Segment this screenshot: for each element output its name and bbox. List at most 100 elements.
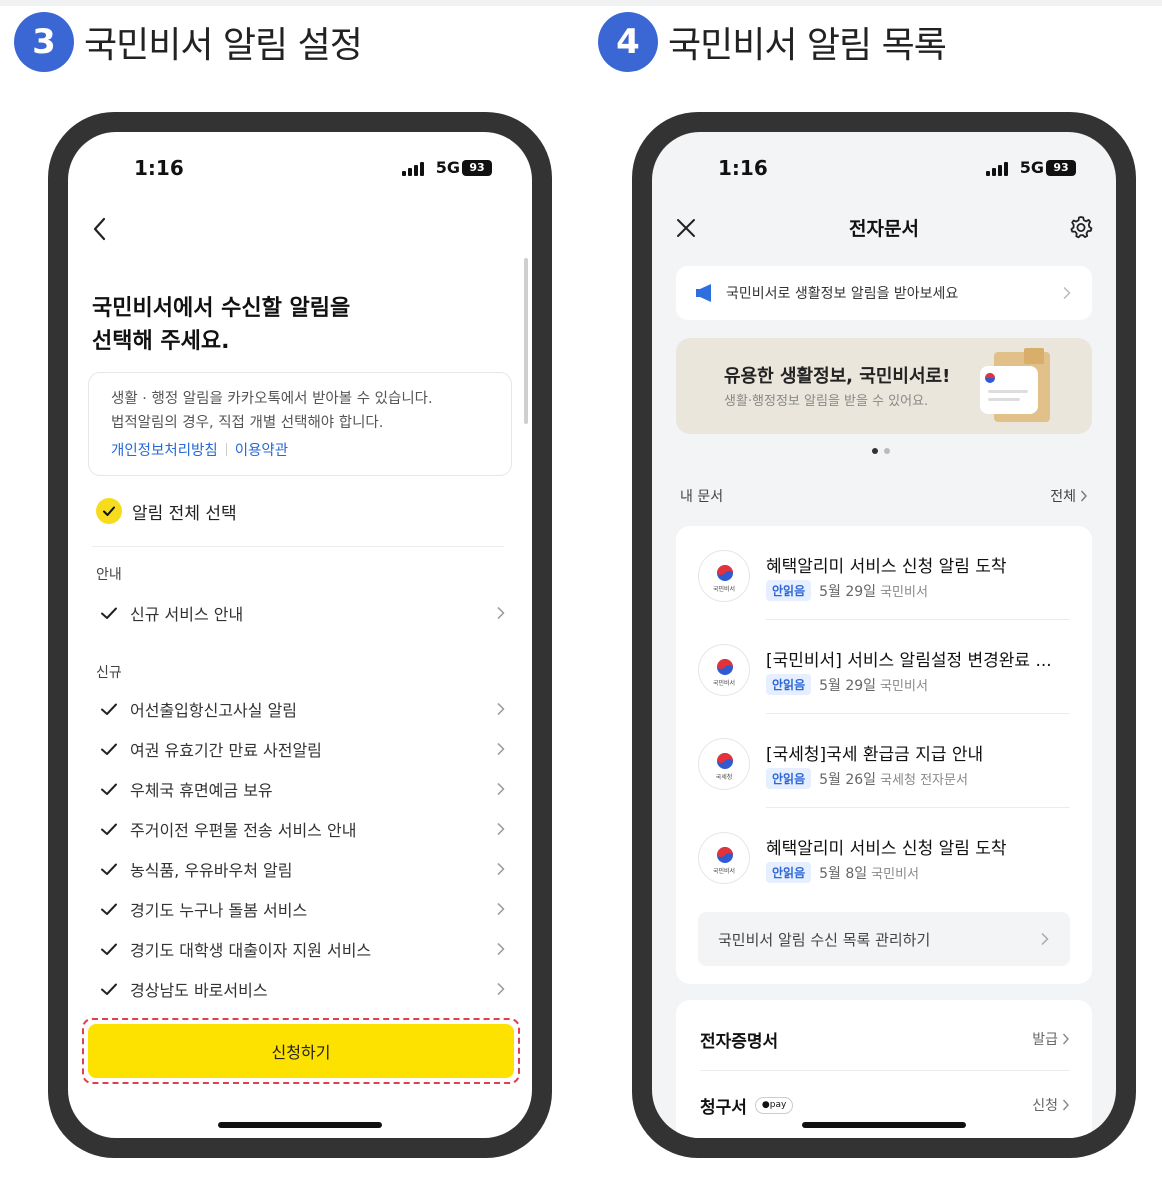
carousel-dots[interactable] bbox=[872, 448, 890, 454]
manage-label: 국민비서 알림 수신 목록 관리하기 bbox=[718, 930, 931, 949]
document-meta: 안읽음 5월 29일 국민비서 bbox=[766, 674, 928, 695]
top-divider bbox=[0, 0, 1162, 6]
list-item[interactable]: 경기도 대학생 대출이자 지원 서비스 bbox=[100, 934, 506, 964]
document-sender: 국세청 전자문서 bbox=[880, 773, 968, 788]
check-circle-icon bbox=[96, 498, 122, 524]
document-meta: 안읽음 5월 29일 국민비서 bbox=[766, 580, 928, 601]
document-title: 혜택알리미 서비스 신청 알림 도착 bbox=[766, 557, 1007, 577]
link-divider bbox=[225, 443, 227, 456]
document-meta: 안읽음 5월 8일 국민비서 bbox=[766, 862, 919, 883]
documents-card: 국민비서 혜택알리미 서비스 신청 알림 도착 안읽음 5월 29일 국민비서 … bbox=[676, 526, 1092, 984]
manage-notifications-button[interactable]: 국민비서 알림 수신 목록 관리하기 bbox=[698, 912, 1070, 966]
banner-subtitle: 생활·행정정보 알림을 받을 수 있어요. bbox=[724, 394, 929, 409]
item-label: 어선출입항신고사실 알림 bbox=[130, 701, 298, 720]
status-bar: 1:16 5G 93 bbox=[68, 154, 532, 184]
phone-frame-settings: 1:16 5G 93 국민비서에서 수신할 알림을 선택해 주세요. 생활 · … bbox=[48, 112, 552, 1158]
step-number: 3 bbox=[14, 12, 74, 72]
view-all-link[interactable]: 전체 bbox=[1050, 486, 1088, 506]
list-item[interactable]: 주거이전 우편물 전송 서비스 안내 bbox=[100, 814, 506, 844]
heading-line: 선택해 주세요. bbox=[92, 329, 230, 354]
gear-icon[interactable] bbox=[1068, 214, 1094, 240]
nav-bar: 전자문서 bbox=[652, 206, 1116, 256]
certificates-card: 전자증명서 발급 청구서 ●pay 신청 bbox=[676, 1000, 1092, 1138]
policy-links: 개인정보처리방침 이용약관 bbox=[111, 439, 511, 460]
megaphone-icon bbox=[696, 284, 711, 302]
status-time: 1:16 bbox=[134, 156, 184, 180]
back-icon[interactable] bbox=[86, 214, 116, 244]
list-item[interactable]: 여권 유효기간 만료 사전알림 bbox=[100, 734, 506, 764]
document-date: 5월 29일 bbox=[819, 583, 877, 600]
unread-badge: 안읽음 bbox=[766, 580, 812, 601]
certificate-row[interactable]: 전자증명서 발급 bbox=[700, 1014, 1070, 1064]
check-icon bbox=[101, 703, 117, 715]
item-label: 주거이전 우편물 전송 서비스 안내 bbox=[130, 821, 357, 840]
home-indicator[interactable] bbox=[218, 1122, 382, 1128]
step-number: 4 bbox=[598, 12, 658, 72]
check-icon bbox=[101, 607, 117, 619]
chevron-right-icon bbox=[497, 942, 505, 956]
select-all-label: 알림 전체 선택 bbox=[132, 503, 237, 524]
chevron-right-icon bbox=[497, 982, 505, 996]
info-box: 생활 · 행정 알림을 카카오톡에서 받아볼 수 있습니다. 법적알림의 경우,… bbox=[88, 372, 512, 476]
list-item[interactable]: 경상남도 바로서비스 bbox=[100, 974, 506, 1004]
divider bbox=[700, 1070, 1070, 1071]
submit-button[interactable]: 신청하기 bbox=[88, 1024, 514, 1078]
select-all-toggle[interactable]: 알림 전체 선택 bbox=[96, 498, 237, 524]
document-item[interactable]: 국세청 [국세청]국세 환급금 지급 안내 안읽음 5월 26일 국세청 전자문… bbox=[698, 714, 1070, 808]
step-3-header: 3 국민비서 알림 설정 bbox=[14, 12, 363, 72]
document-date: 5월 8일 bbox=[819, 865, 868, 882]
chevron-right-icon bbox=[497, 862, 505, 876]
list-item[interactable]: 우체국 휴면예금 보유 bbox=[100, 774, 506, 804]
item-label: 경기도 대학생 대출이자 지원 서비스 bbox=[130, 941, 372, 960]
list-item[interactable]: 경기도 누구나 돌봄 서비스 bbox=[100, 894, 506, 924]
chevron-right-icon bbox=[1062, 1099, 1069, 1111]
check-icon bbox=[101, 863, 117, 875]
pay-badge: ●pay bbox=[754, 1096, 794, 1114]
document-sender: 국민비서 bbox=[880, 679, 928, 694]
document-item[interactable]: 국민비서 [국민비서] 서비스 알림설정 변경완료 ... 안읽음 5월 29일… bbox=[698, 620, 1070, 714]
check-icon bbox=[101, 783, 117, 795]
info-text: 법적알림의 경우, 직접 개별 선택해야 합니다. bbox=[111, 415, 384, 431]
list-item[interactable]: 농식품, 우유바우처 알림 bbox=[100, 854, 506, 884]
document-item[interactable]: 국민비서 혜택알리미 서비스 신청 알림 도착 안읽음 5월 29일 국민비서 bbox=[698, 526, 1070, 620]
signal-icon bbox=[986, 162, 1008, 176]
document-item[interactable]: 국민비서 혜택알리미 서비스 신청 알림 도착 안읽음 5월 8일 국민비서 bbox=[698, 808, 1070, 902]
gov-seal-icon: 국민비서 bbox=[698, 644, 750, 696]
apply-label: 신청 bbox=[1032, 1098, 1058, 1114]
list-item[interactable]: 어선출입항신고사실 알림 bbox=[100, 694, 506, 724]
network-label: 5G bbox=[435, 158, 460, 177]
apply-action[interactable]: 신청 bbox=[1032, 1095, 1070, 1115]
issue-action[interactable]: 발급 bbox=[1032, 1029, 1070, 1049]
step-4-header: 4 국민비서 알림 목록 bbox=[598, 12, 947, 72]
chevron-right-icon bbox=[497, 606, 505, 620]
gov-seal-icon: 국세청 bbox=[698, 738, 750, 790]
terms-link[interactable]: 이용약관 bbox=[235, 439, 288, 460]
item-label: 경상남도 바로서비스 bbox=[130, 981, 268, 1000]
check-icon bbox=[101, 823, 117, 835]
envelope-illustration-icon bbox=[980, 348, 1050, 422]
status-bar: 1:16 5G 93 bbox=[652, 154, 1116, 184]
privacy-policy-link[interactable]: 개인정보처리방침 bbox=[111, 439, 218, 460]
battery-icon: 93 bbox=[1046, 160, 1076, 176]
page-heading: 국민비서에서 수신할 알림을 선택해 주세요. bbox=[92, 292, 492, 358]
document-sender: 국민비서 bbox=[880, 585, 928, 600]
document-date: 5월 29일 bbox=[819, 677, 877, 694]
document-title: [국민비서] 서비스 알림설정 변경완료 ... bbox=[766, 651, 1052, 671]
notice-text: 국민비서로 생활정보 알림을 받아보세요 bbox=[726, 286, 959, 302]
item-label: 여권 유효기간 만료 사전알림 bbox=[130, 741, 322, 760]
notice-banner[interactable]: 국민비서로 생활정보 알림을 받아보세요 bbox=[676, 266, 1092, 320]
network-label: 5G bbox=[1019, 158, 1044, 177]
unread-badge: 안읽음 bbox=[766, 674, 812, 695]
settings-screen: 1:16 5G 93 국민비서에서 수신할 알림을 선택해 주세요. 생활 · … bbox=[68, 132, 532, 1138]
info-text: 생활 · 행정 알림을 카카오톡에서 받아볼 수 있습니다. bbox=[111, 391, 433, 407]
item-label: 신규 서비스 안내 bbox=[130, 605, 244, 624]
home-indicator[interactable] bbox=[802, 1122, 966, 1128]
seal-org-label: 국민비서 bbox=[712, 680, 736, 687]
scrollbar[interactable] bbox=[524, 258, 528, 424]
list-item[interactable]: 신규 서비스 안내 bbox=[100, 598, 506, 628]
signal-icon bbox=[402, 162, 424, 176]
promo-banner[interactable]: 유용한 생활정보, 국민비서로! 생활·행정정보 알림을 받을 수 있어요. bbox=[676, 338, 1092, 434]
document-meta: 안읽음 5월 26일 국세청 전자문서 bbox=[766, 768, 968, 789]
chevron-right-icon bbox=[497, 742, 505, 756]
phone-frame-documents: 1:16 5G 93 전자문서 국민비서로 생활정보 알림을 받아보세요 유용한… bbox=[632, 112, 1136, 1158]
